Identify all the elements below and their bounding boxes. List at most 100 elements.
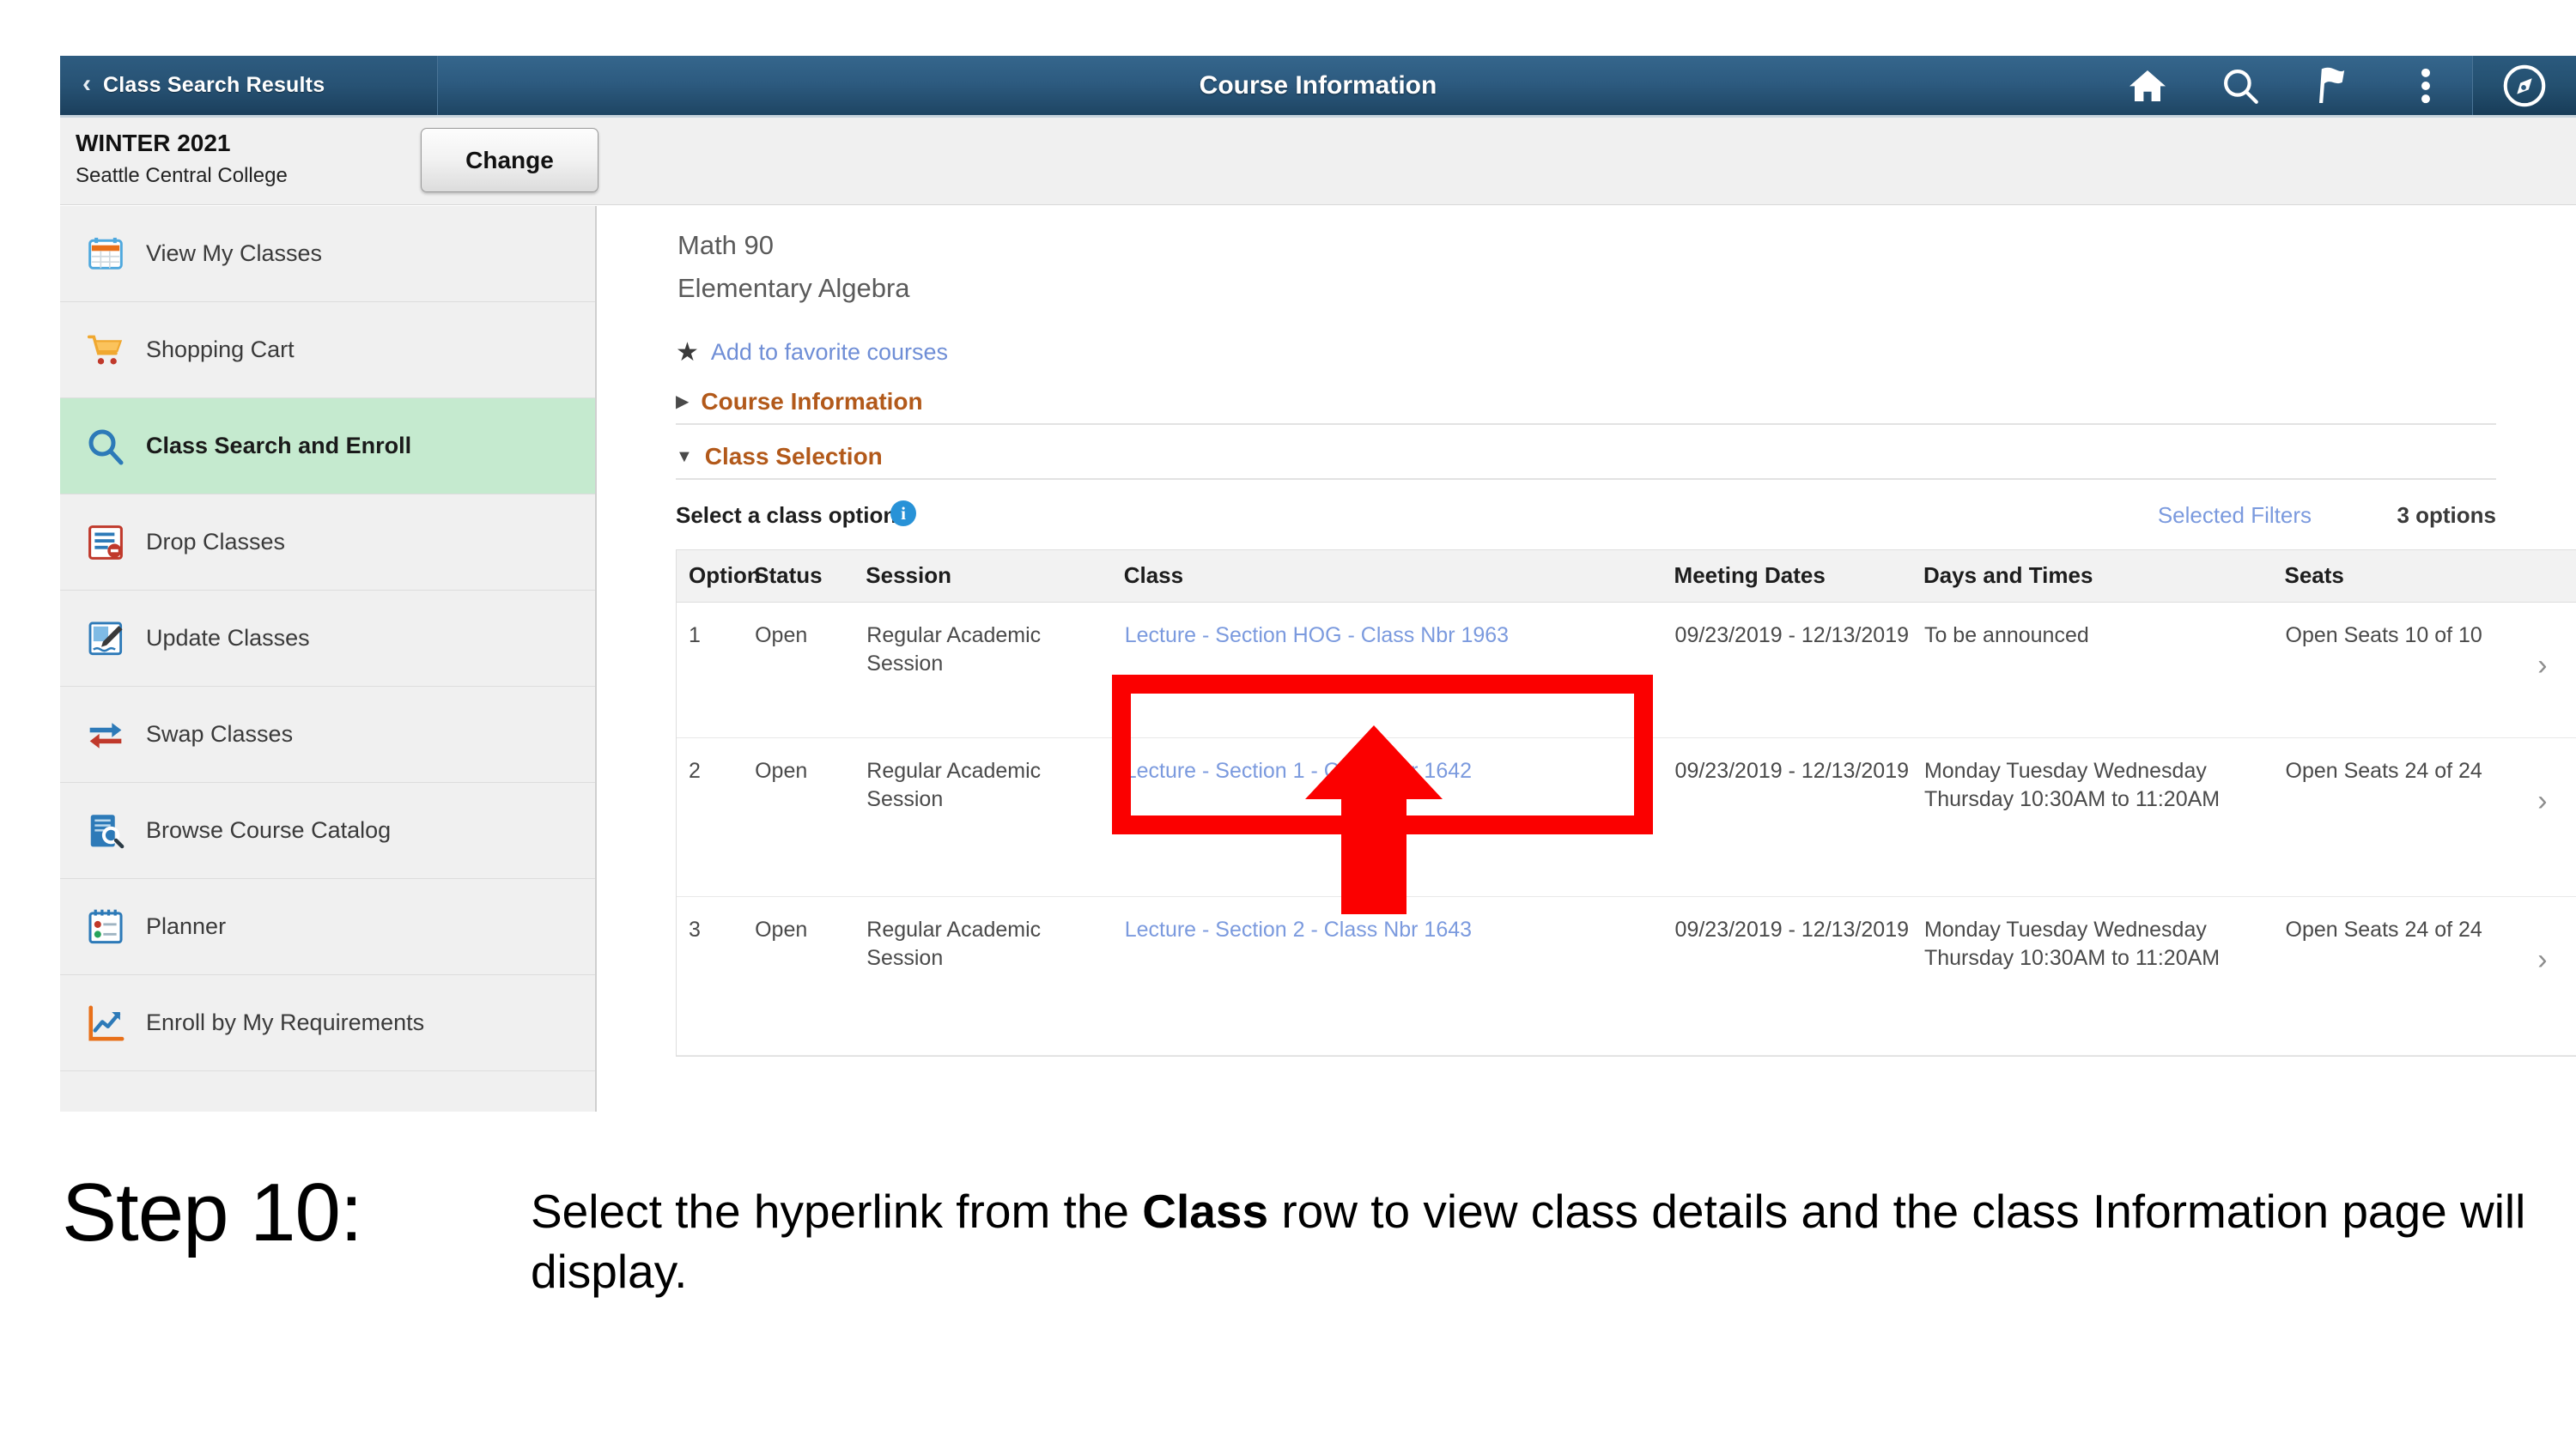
- cell-seats: Open Seats 24 of 24: [2284, 737, 2508, 897]
- class-detail-link[interactable]: Lecture - Section 1 - Class Nbr 1642: [1125, 759, 1472, 783]
- cell-session: Regular Academic Session: [866, 602, 1124, 738]
- cell-session: Regular Academic Session: [866, 896, 1124, 1056]
- page-title-text: Course Information: [1199, 70, 1437, 100]
- caret-down-icon: ▼: [676, 447, 693, 466]
- column-header-meeting-dates: Meeting Dates: [1674, 550, 1923, 603]
- sidebar-item-planner[interactable]: Planner: [60, 879, 595, 975]
- sidebar-item-update-classes[interactable]: Update Classes: [60, 591, 595, 687]
- class-detail-link[interactable]: Lecture - Section HOG - Class Nbr 1963: [1125, 623, 1509, 647]
- accordion-course-information[interactable]: ▶ Course Information: [676, 388, 2496, 415]
- course-title: Elementary Algebra: [677, 273, 910, 303]
- edit-document-icon: [84, 617, 127, 660]
- add-to-favorite-courses-label: Add to favorite courses: [710, 339, 949, 365]
- cell-option: 1: [677, 602, 755, 738]
- column-header-seats: Seats: [2284, 550, 2508, 603]
- step-description: Select the hyperlink from the Class row …: [531, 1181, 2531, 1302]
- course-number: Math 90: [677, 230, 775, 260]
- sidebar-item-label: Drop Classes: [146, 529, 286, 555]
- accordion-class-selection[interactable]: ▼ Class Selection: [676, 443, 2496, 470]
- cell-status: Open: [754, 602, 866, 738]
- table-body: 1 Open Regular Academic Session Lecture …: [677, 602, 2576, 1056]
- chevron-right-icon[interactable]: ›: [2509, 786, 2576, 815]
- magnifier-icon: [84, 425, 127, 468]
- screenshot-root: ‹ Class Search Results Course Informatio…: [0, 0, 2576, 1449]
- search-icon[interactable]: [2194, 56, 2287, 115]
- column-header-detail: [2507, 550, 2576, 603]
- sidebar-item-label: View My Classes: [146, 240, 323, 266]
- select-class-option-label: Select a class option: [676, 502, 897, 528]
- info-icon[interactable]: i: [890, 500, 916, 526]
- cell-days-and-times: Monday Tuesday Wednesday Thursday 10:30A…: [1923, 896, 2285, 1056]
- cell-class: Lecture - Section HOG - Class Nbr 1963: [1123, 602, 1674, 738]
- accordion-label: Class Selection: [704, 443, 883, 470]
- compass-icon[interactable]: [2472, 56, 2576, 115]
- cell-days-and-times: Monday Tuesday Wednesday Thursday 10:30A…: [1923, 737, 2285, 897]
- main-content-panel: Math 90 Elementary Algebra ★ Add to favo…: [598, 206, 2576, 1112]
- step-text-part-1: Select the hyperlink from the: [531, 1185, 1143, 1238]
- cell-class: Lecture - Section 2 - Class Nbr 1643: [1123, 896, 1674, 1056]
- sidebar-item-label: Swap Classes: [146, 721, 294, 747]
- sidebar-item-class-search-and-enroll[interactable]: Class Search and Enroll: [60, 398, 595, 494]
- class-detail-link[interactable]: Lecture - Section 2 - Class Nbr 1643: [1125, 918, 1472, 942]
- cell-days-and-times: To be announced: [1923, 602, 2285, 738]
- cell-detail: ›: [2507, 602, 2576, 738]
- star-icon: ★: [676, 337, 699, 367]
- swap-arrows-icon: [84, 713, 127, 756]
- drop-classes-icon: [84, 521, 127, 564]
- add-to-favorite-courses-link[interactable]: ★ Add to favorite courses: [676, 339, 948, 366]
- left-navigation-sidebar: View My Classes Shopping Cart Class Sear…: [60, 206, 597, 1112]
- table-header-row: Option Status Session Class Meeting Date…: [677, 550, 2576, 603]
- cell-seats: Open Seats 10 of 10: [2284, 602, 2508, 738]
- class-option-toolbar: Select a class option i Selected Filters…: [676, 500, 2496, 537]
- sidebar-item-browse-course-catalog[interactable]: Browse Course Catalog: [60, 783, 595, 879]
- section-divider: [676, 478, 2496, 480]
- app-header-bar: ‹ Class Search Results Course Informatio…: [60, 56, 2576, 118]
- shopping-cart-icon: [84, 329, 127, 372]
- sidebar-item-shopping-cart[interactable]: Shopping Cart: [60, 302, 595, 398]
- selected-filters-link[interactable]: Selected Filters: [2158, 502, 2312, 529]
- sidebar-item-label: Class Search and Enroll: [146, 433, 412, 458]
- cell-detail: ›: [2507, 896, 2576, 1056]
- section-divider: [676, 423, 2496, 425]
- chevron-right-icon[interactable]: ›: [2509, 945, 2576, 974]
- options-count-label: 3 options: [2397, 502, 2496, 528]
- cell-session: Regular Academic Session: [866, 737, 1124, 897]
- cell-option: 3: [677, 896, 755, 1056]
- cell-option: 2: [677, 737, 755, 897]
- chart-line-icon: [84, 1002, 127, 1045]
- column-header-class: Class: [1123, 550, 1674, 603]
- calendar-icon: [84, 233, 127, 276]
- step-text-emphasis: Class: [1142, 1185, 1269, 1238]
- planner-calendar-icon: [84, 906, 127, 949]
- sidebar-item-label: Shopping Cart: [146, 336, 295, 362]
- back-to-class-search-results-button[interactable]: ‹ Class Search Results: [60, 56, 438, 115]
- cell-seats: Open Seats 24 of 24: [2284, 896, 2508, 1056]
- sidebar-item-swap-classes[interactable]: Swap Classes: [60, 687, 595, 783]
- back-button-label: Class Search Results: [103, 73, 325, 97]
- chevron-right-icon[interactable]: ›: [2509, 651, 2576, 680]
- table-row[interactable]: 3 Open Regular Academic Session Lecture …: [677, 896, 2576, 1056]
- cell-class: Lecture - Section 1 - Class Nbr 1642: [1123, 737, 1674, 897]
- kebab-menu-icon[interactable]: [2379, 56, 2472, 115]
- term-name: WINTER 2021: [76, 130, 231, 156]
- table-row[interactable]: 2 Open Regular Academic Session Lecture …: [677, 737, 2576, 897]
- class-options-table-container: Option Status Session Class Meeting Date…: [676, 549, 2576, 1057]
- column-header-status: Status: [754, 550, 866, 603]
- sidebar-item-view-my-classes[interactable]: View My Classes: [60, 206, 595, 302]
- term-context-bar: WINTER 2021 Seattle Central College Chan…: [60, 118, 2576, 205]
- sidebar-item-label: Update Classes: [146, 625, 310, 651]
- sidebar-item-drop-classes[interactable]: Drop Classes: [60, 494, 595, 591]
- cell-status: Open: [754, 896, 866, 1056]
- change-term-button[interactable]: Change: [421, 128, 598, 192]
- accordion-label: Course Information: [701, 388, 923, 415]
- sidebar-item-label: Enroll by My Requirements: [146, 1009, 425, 1035]
- column-header-session: Session: [866, 550, 1124, 603]
- step-number-label: Step 10:: [62, 1167, 363, 1258]
- institution-name: Seattle Central College: [76, 164, 288, 187]
- sidebar-item-enroll-by-my-requirements[interactable]: Enroll by My Requirements: [60, 975, 595, 1071]
- cell-detail: ›: [2507, 737, 2576, 897]
- home-icon[interactable]: [2101, 56, 2194, 115]
- table-row[interactable]: 1 Open Regular Academic Session Lecture …: [677, 602, 2576, 738]
- flag-icon[interactable]: [2287, 56, 2379, 115]
- class-options-table: Option Status Session Class Meeting Date…: [677, 550, 2576, 1056]
